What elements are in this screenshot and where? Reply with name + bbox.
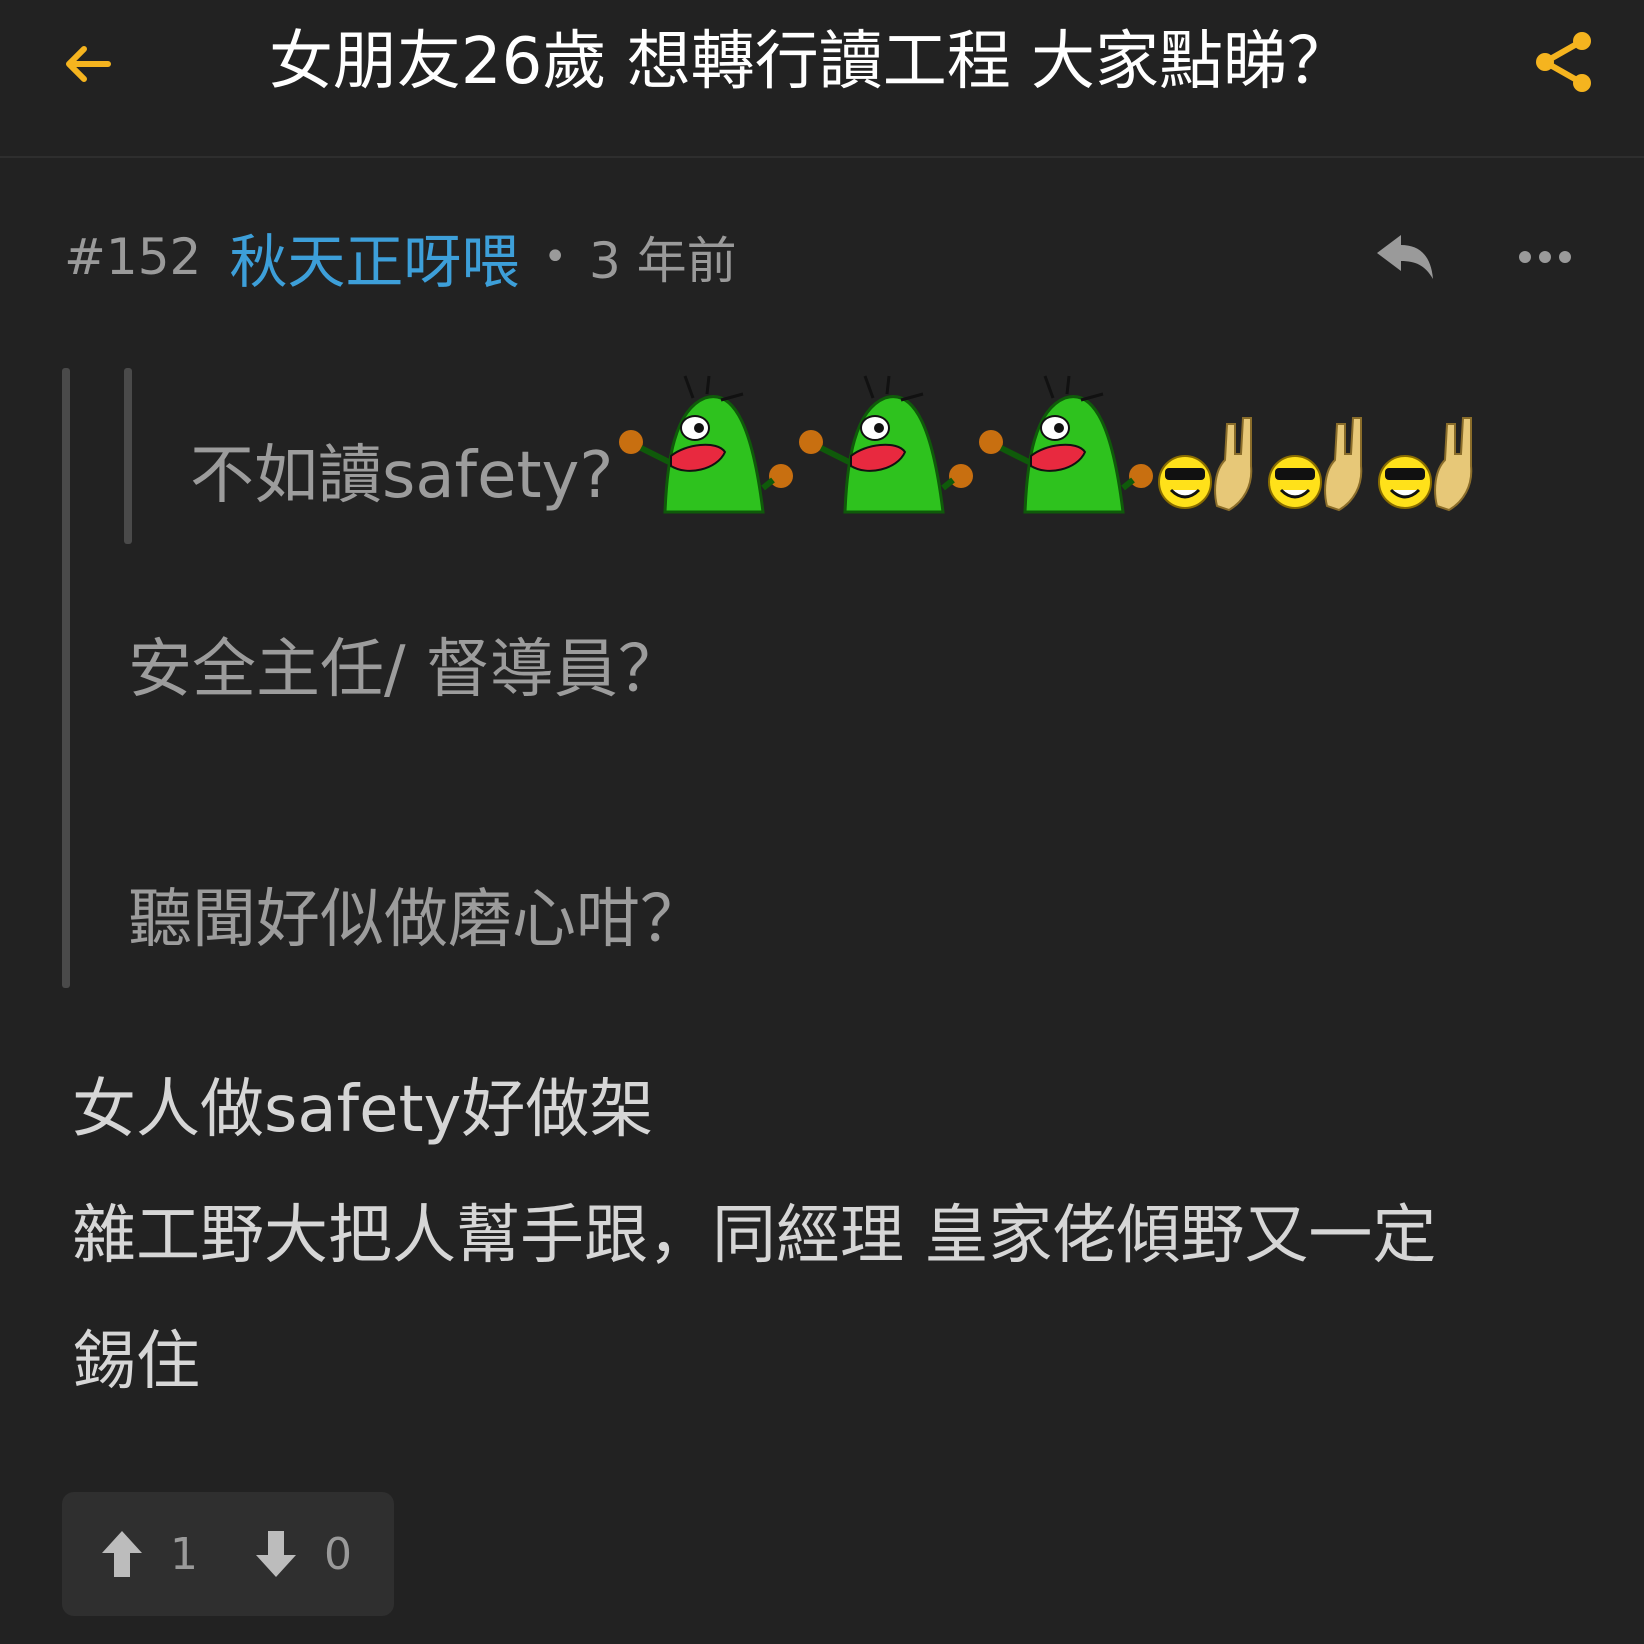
quote-bar-inner: [124, 368, 132, 544]
more-horizontal-icon: [1519, 251, 1571, 263]
upvote-button[interactable]: 1: [100, 1492, 198, 1616]
quote-line: 安全主任/ 督導員？: [128, 633, 682, 707]
author-name[interactable]: 秋天正呀喂: [229, 215, 519, 299]
top-bar: 女朋友26歲 想轉行讀工程 大家點睇？: [0, 0, 1644, 158]
reply-button[interactable]: [1370, 222, 1440, 292]
post-body-line: 女人做safety好做架: [72, 1073, 654, 1147]
vote-panel: 1 0: [62, 1492, 394, 1616]
share-button[interactable]: [1528, 26, 1600, 98]
reply-icon: [1377, 235, 1433, 279]
post-body-line: 錫住: [72, 1325, 200, 1399]
green-monster-sticker: [619, 375, 794, 514]
arrow-up-icon: [102, 1531, 142, 1577]
cool-face-rock-sticker: [1268, 417, 1363, 512]
quote-bar-outer: [62, 368, 70, 988]
downvote-button[interactable]: 0: [254, 1492, 352, 1616]
nested-quote-text: 不如讀safety?: [190, 439, 614, 513]
downvote-count: 0: [324, 1528, 352, 1580]
back-button[interactable]: [56, 32, 120, 96]
nested-quote: 不如讀safety?: [190, 360, 1483, 520]
meta-separator: •: [543, 234, 567, 280]
post-meta: #152 秋天正呀喂 • 3 年前: [64, 222, 737, 296]
arrow-left-icon: [66, 46, 111, 82]
cool-face-rock-sticker: [1378, 417, 1473, 512]
upvote-count: 1: [170, 1528, 198, 1580]
post-time: 3 年前: [588, 232, 737, 290]
arrow-down-icon: [256, 1531, 296, 1577]
post-body-line: 雜工野大把人幫手跟，同經理 皇家佬傾野又一定: [72, 1199, 1437, 1273]
post-number: #152: [64, 228, 202, 286]
more-options-button[interactable]: [1510, 222, 1580, 292]
green-monster-sticker: [799, 375, 974, 514]
thread-title: 女朋友26歲 想轉行讀工程 大家點睇？: [268, 25, 1352, 99]
cool-face-rock-sticker: [1158, 417, 1253, 512]
quote-line: 聽聞好似做磨心咁？: [128, 883, 704, 957]
share-icon: [1536, 32, 1591, 92]
green-monster-sticker: [979, 375, 1154, 514]
